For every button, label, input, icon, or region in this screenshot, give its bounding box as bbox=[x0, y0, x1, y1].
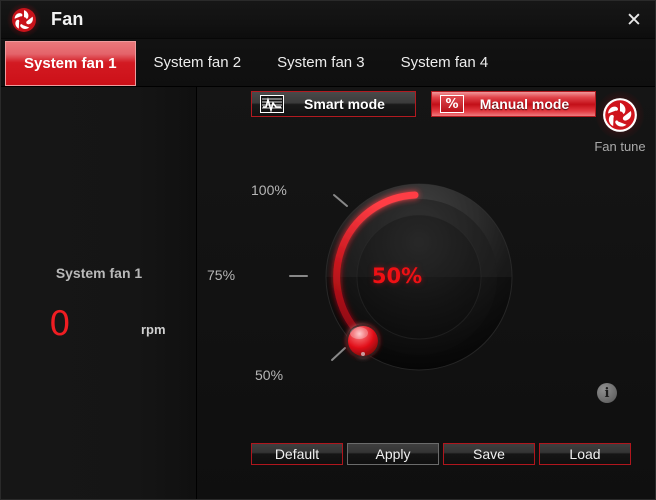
dial-tick-label-50: 50% bbox=[255, 367, 284, 383]
manual-mode-label: Manual mode bbox=[479, 96, 570, 112]
fan-control-panel: Smart mode % Manual mode Fan tune 100% 7… bbox=[197, 87, 655, 499]
dial-center-value: 50% bbox=[371, 264, 423, 288]
load-button[interactable]: Load bbox=[539, 443, 631, 465]
fan-pinwheel-icon bbox=[7, 2, 41, 37]
dial-handle-knob bbox=[346, 324, 380, 358]
tab-system-fan-3[interactable]: System fan 3 bbox=[259, 39, 383, 86]
tab-system-fan-2[interactable]: System fan 2 bbox=[136, 39, 260, 86]
info-icon[interactable]: i bbox=[597, 383, 617, 403]
percent-icon: % bbox=[440, 95, 464, 113]
fan-pinwheel-icon bbox=[596, 91, 644, 139]
fan-control-window: Fan ✕ System fan 1 System fan 2 System f… bbox=[0, 0, 656, 500]
fan-readout-label: System fan 1 bbox=[55, 265, 143, 281]
rpm-unit-label: rpm bbox=[141, 322, 166, 337]
rpm-value: 0 bbox=[49, 304, 71, 344]
fan-tune-button[interactable]: Fan tune bbox=[582, 91, 655, 154]
manual-mode-button[interactable]: % Manual mode bbox=[431, 91, 596, 117]
save-button[interactable]: Save bbox=[443, 443, 535, 465]
smart-mode-button[interactable]: Smart mode bbox=[251, 91, 416, 117]
fan-readout-panel: System fan 1 0 rpm bbox=[1, 87, 200, 499]
dial-tick-label-75: 75% bbox=[207, 267, 236, 283]
close-icon[interactable]: ✕ bbox=[611, 1, 655, 39]
dial-tick-label-100: 100% bbox=[251, 182, 287, 198]
tab-bar: System fan 1 System fan 2 System fan 3 S… bbox=[1, 39, 655, 87]
title-bar: Fan ✕ bbox=[1, 1, 655, 39]
fan-tune-label: Fan tune bbox=[594, 139, 646, 154]
content-area: System fan 1 0 rpm Smart mode % Manual m… bbox=[1, 87, 655, 499]
tab-system-fan-4[interactable]: System fan 4 bbox=[383, 39, 507, 86]
smart-mode-label: Smart mode bbox=[304, 96, 385, 112]
tab-system-fan-1[interactable]: System fan 1 bbox=[5, 41, 136, 86]
page-title: Fan bbox=[51, 9, 84, 29]
action-button-row: Default Apply Save Load bbox=[251, 443, 651, 469]
waveform-chart-icon bbox=[260, 95, 284, 113]
apply-button[interactable]: Apply bbox=[347, 443, 439, 465]
fan-speed-dial[interactable]: 100% 75% 50% 50% bbox=[207, 162, 547, 402]
default-button[interactable]: Default bbox=[251, 443, 343, 465]
rpm-readout: 0 rpm bbox=[1, 302, 197, 352]
